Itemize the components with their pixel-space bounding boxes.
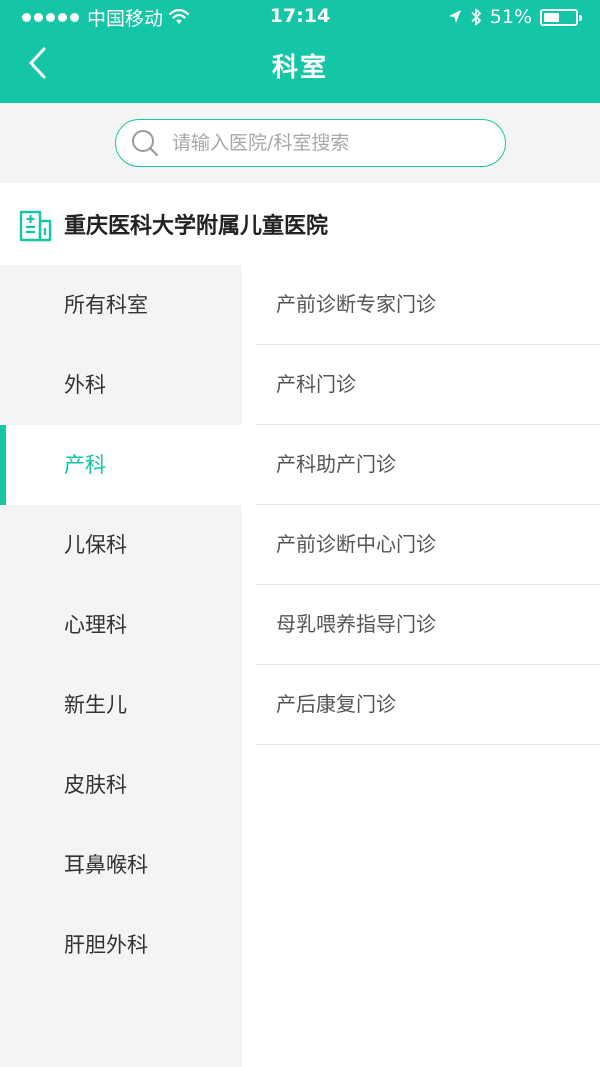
search-icon xyxy=(132,130,159,157)
search-box[interactable] xyxy=(115,119,506,167)
header: 中国移动 17:14 51% 科室 xyxy=(0,0,600,103)
department-item-neonatal[interactable]: 新生儿 xyxy=(0,665,242,745)
clinic-item[interactable]: 产前诊断专家门诊 xyxy=(256,265,600,345)
department-item-all[interactable]: 所有科室 xyxy=(0,265,242,345)
search-input[interactable] xyxy=(172,132,472,154)
clinic-item[interactable]: 产科助产门诊 xyxy=(256,425,600,505)
battery-percentage: 51% xyxy=(489,6,532,28)
department-screen: 中国移动 17:14 51% 科室 请输入医院/科室搜索 重庆医科大学附属儿童医… xyxy=(0,0,600,1067)
battery-cap xyxy=(579,14,582,21)
hospital-header: 重庆医科大学附属儿童医院 xyxy=(0,183,600,265)
clinic-item[interactable]: 产前诊断中心门诊 xyxy=(256,505,600,585)
department-item-dermatology[interactable]: 皮肤科 xyxy=(0,745,242,825)
battery-icon xyxy=(540,8,582,26)
bluetooth-icon xyxy=(471,8,481,26)
status-right: 51% xyxy=(448,5,582,29)
clinic-list: 产前诊断专家门诊 产科门诊 产科助产门诊 产前诊断中心门诊 母乳喂养指导门诊 产… xyxy=(242,265,600,745)
department-item-obstetrics[interactable]: 产科 xyxy=(0,425,242,505)
department-item-surgery[interactable]: 外科 xyxy=(0,345,242,425)
search-area xyxy=(0,103,600,183)
hospital-icon xyxy=(19,210,52,242)
clinic-item[interactable]: 产科门诊 xyxy=(256,345,600,425)
clinic-item[interactable]: 产后康复门诊 xyxy=(256,665,600,745)
clinic-item[interactable]: 母乳喂养指导门诊 xyxy=(256,585,600,665)
page-title: 科室 xyxy=(271,53,328,83)
department-menu: 所有科室 外科 产科 儿保科 心理科 新生儿 皮肤科 耳鼻喉科 肝胆外科 xyxy=(0,265,242,1067)
department-item-psychology[interactable]: 心理科 xyxy=(0,585,242,665)
status-bar: 中国移动 17:14 51% xyxy=(0,0,600,34)
department-item-hepatobiliary[interactable]: 肝胆外科 xyxy=(0,905,242,985)
department-item-child-care[interactable]: 儿保科 xyxy=(0,505,242,585)
department-item-ent[interactable]: 耳鼻喉科 xyxy=(0,825,242,905)
battery-fill xyxy=(544,12,560,22)
hospital-name: 重庆医科大学附属儿童医院 xyxy=(64,214,329,239)
location-arrow-icon xyxy=(448,10,461,23)
